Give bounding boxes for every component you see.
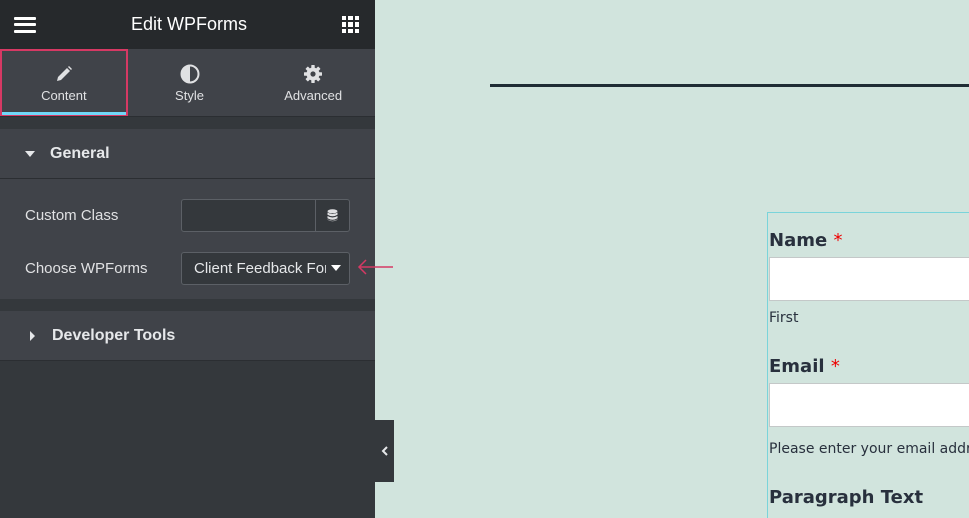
tab-style[interactable]: Style: [128, 49, 252, 116]
preview-divider: [490, 84, 969, 87]
grid-icon[interactable]: [341, 16, 359, 33]
caret-down-icon: [25, 150, 35, 157]
gear-icon: [303, 63, 323, 85]
required-marker: *: [833, 230, 843, 251]
section-general-toggle[interactable]: General: [0, 129, 375, 179]
name-first-input[interactable]: [769, 257, 969, 301]
pointer-arrow-icon: [357, 259, 393, 275]
tab-style-label: Style: [175, 87, 204, 103]
section-general-body: Custom Class Choose WPForms Client Feedb…: [0, 179, 375, 299]
custom-class-input-group: [181, 198, 350, 232]
control-choose-form: Choose WPForms Client Feedback Form: [25, 251, 350, 285]
editor-panel: Edit WPForms Content Style Advanced Gene…: [0, 0, 375, 518]
choose-form-value: Client Feedback Form: [194, 259, 326, 277]
name-field-label: Name *: [769, 230, 842, 251]
tab-content-label: Content: [41, 87, 87, 103]
dynamic-tags-button[interactable]: [315, 199, 349, 231]
preview-form[interactable]: Name * First Email * Please enter your e…: [767, 212, 969, 518]
custom-class-label: Custom Class: [25, 206, 119, 224]
tab-content[interactable]: Content: [0, 49, 128, 116]
tab-advanced-label: Advanced: [284, 87, 343, 103]
section-developer-tools-toggle[interactable]: Developer Tools: [0, 311, 375, 361]
half-circle-icon: [180, 63, 200, 85]
panel-collapse-button[interactable]: [375, 420, 394, 482]
chevron-down-icon: [331, 265, 341, 271]
name-first-sublabel: First: [769, 310, 799, 326]
email-field-label: Email *: [769, 356, 840, 377]
chevron-left-icon: [381, 446, 388, 456]
control-custom-class: Custom Class: [25, 198, 350, 232]
paragraph-field-label: Paragraph Text: [769, 487, 924, 508]
tab-advanced[interactable]: Advanced: [251, 49, 375, 116]
pencil-icon: [55, 63, 73, 85]
name-label-text: Name: [769, 230, 828, 251]
database-icon: [327, 208, 338, 221]
section-developer-tools-title: Developer Tools: [52, 326, 176, 344]
panel-tabs: Content Style Advanced: [0, 49, 375, 117]
custom-class-input[interactable]: [182, 199, 315, 231]
choose-form-select[interactable]: Client Feedback Form: [181, 251, 350, 285]
hamburger-icon[interactable]: [14, 16, 36, 33]
panel-header: Edit WPForms: [0, 0, 375, 49]
required-marker: *: [830, 356, 840, 377]
caret-right-icon: [30, 330, 35, 341]
section-general-title: General: [50, 144, 110, 162]
email-input[interactable]: [769, 383, 969, 427]
spacer: [0, 117, 375, 129]
panel-title: Edit WPForms: [130, 14, 247, 34]
choose-form-label: Choose WPForms: [25, 259, 148, 277]
email-description: Please enter your email address: [769, 441, 969, 457]
spacer: [0, 299, 375, 311]
email-label-text: Email: [769, 356, 825, 377]
